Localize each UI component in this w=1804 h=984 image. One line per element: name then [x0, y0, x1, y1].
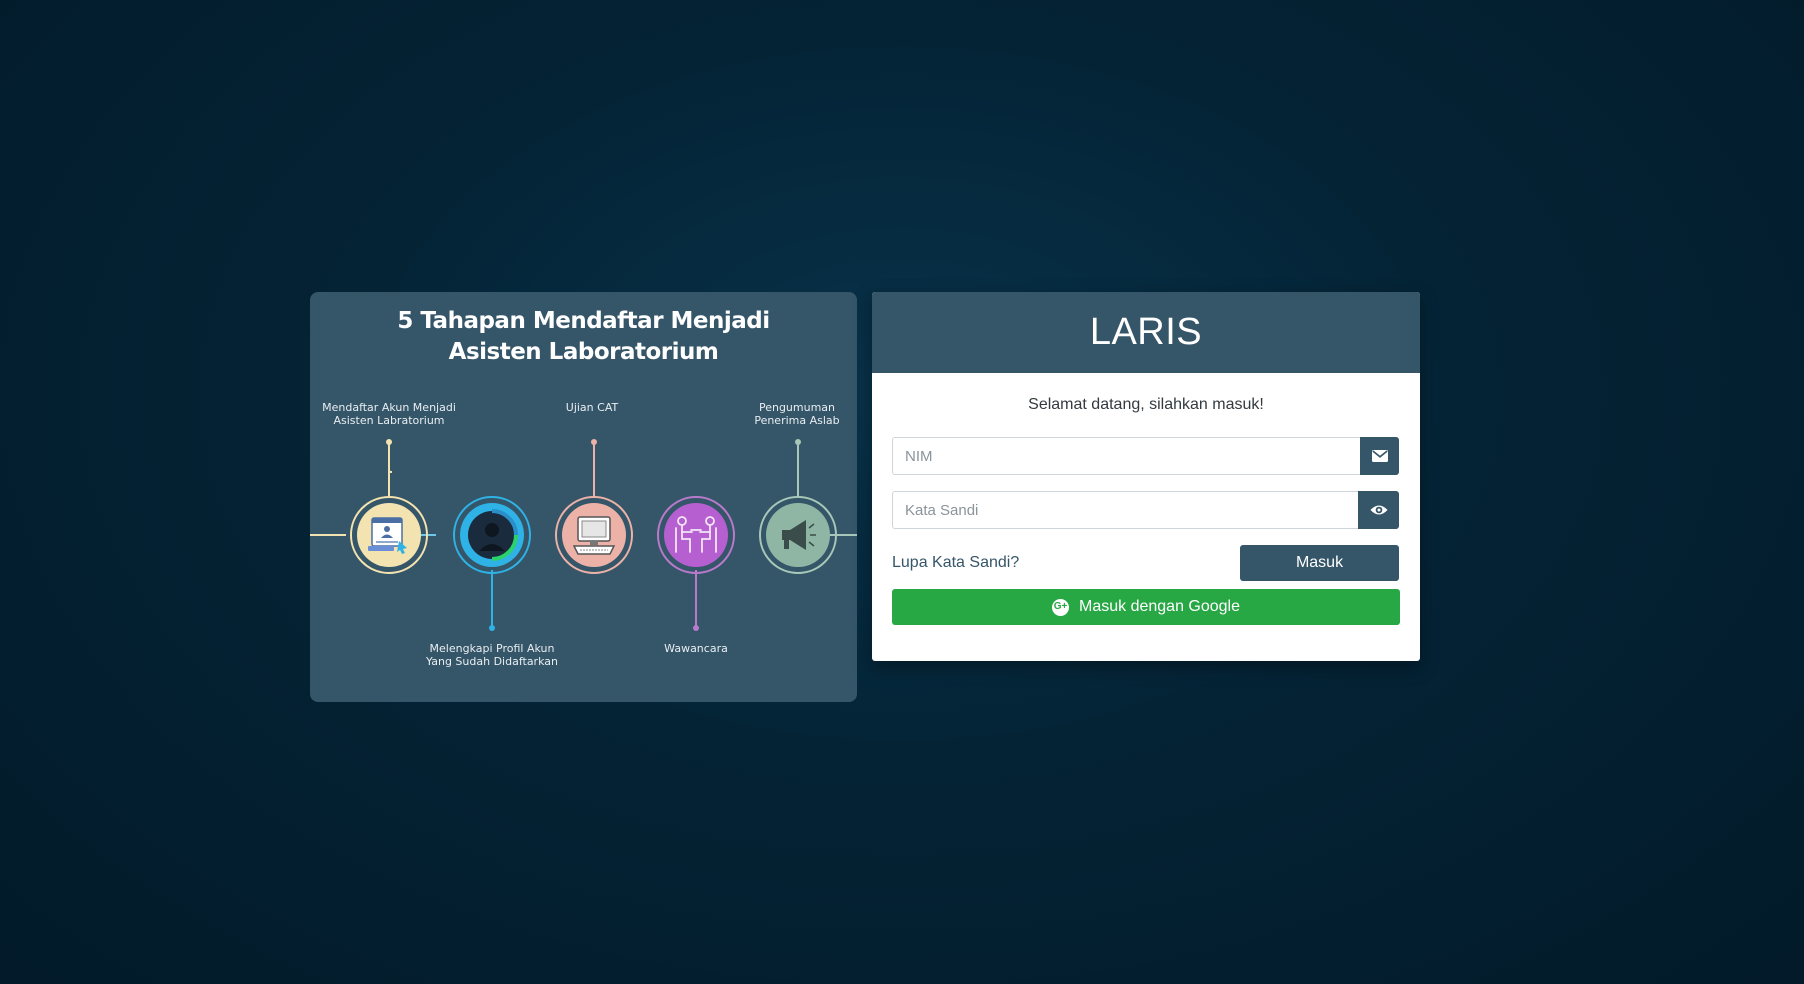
step3-dot	[591, 439, 597, 445]
step5-dot	[795, 439, 801, 445]
registration-form-icon	[350, 496, 428, 574]
step-label-5: Pengumuman Penerima Aslab	[722, 401, 857, 427]
interview-icon	[657, 496, 735, 574]
welcome-text: Selamat datang, silahkan masuk!	[1028, 396, 1264, 413]
step-label-2-line2: Yang Sudah Didaftarkan	[426, 655, 558, 668]
step1-dot	[386, 439, 392, 445]
step-label-1-line2: Asisten Labratorium	[333, 414, 445, 427]
password-input-group	[892, 491, 1399, 529]
step-label-2-line1: Melengkapi Profil Akun	[429, 642, 555, 655]
nim-input[interactable]	[892, 437, 1360, 475]
app-title: LARIS	[872, 292, 1420, 373]
step-label-4: Wawancara	[621, 642, 771, 655]
forgot-password-link[interactable]: Lupa Kata Sandi?	[892, 554, 1019, 572]
step4-dot	[693, 625, 699, 631]
step-label-1-line1: Mendaftar Akun Menjadi	[322, 401, 456, 414]
steps-infographic: 5 Tahapan Mendaftar Menjadi Asisten Labo…	[310, 292, 857, 702]
step-label-2: Melengkapi Profil Akun Yang Sudah Didaft…	[417, 642, 567, 668]
megaphone-icon	[759, 496, 837, 574]
envelope-icon	[1360, 437, 1399, 475]
login-card: LARIS Selamat datang, silahkan masuk! Lu…	[872, 292, 1420, 661]
nim-input-group	[892, 437, 1399, 475]
step-label-3-line1: Ujian CAT	[565, 401, 619, 414]
user-profile-icon	[453, 496, 531, 574]
computer-icon	[555, 496, 633, 574]
step-label-3: Ujian CAT	[517, 401, 667, 414]
google-plus-icon: G+	[1052, 598, 1069, 616]
google-login-label: Masuk dengan Google	[1079, 598, 1240, 615]
step-label-4-line1: Wawancara	[664, 642, 728, 655]
step2-dot	[489, 625, 495, 631]
step-label-1: Mendaftar Akun Menjadi Asisten Labratori…	[314, 401, 464, 427]
password-input[interactable]	[892, 491, 1358, 529]
step-label-5-line2: Penerima Aslab	[754, 414, 840, 427]
eye-icon[interactable]	[1358, 491, 1399, 529]
login-button[interactable]: Masuk	[1240, 545, 1399, 581]
infographic-title-line2: Asisten Laboratorium	[448, 339, 719, 365]
infographic-title-line1: 5 Tahapan Mendaftar Menjadi	[397, 308, 770, 334]
infographic-title: 5 Tahapan Mendaftar Menjadi Asisten Labo…	[310, 306, 857, 368]
step-label-5-line1: Pengumuman	[758, 401, 836, 414]
google-login-button[interactable]: G+ Masuk dengan Google	[892, 589, 1400, 625]
